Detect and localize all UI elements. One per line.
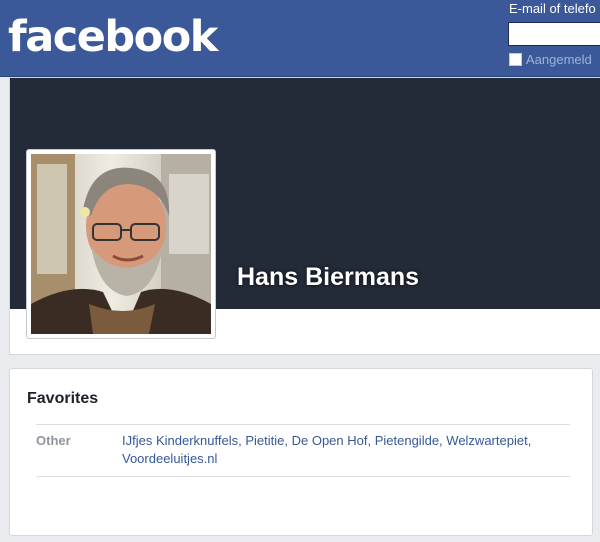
favorites-links: IJfjes Kinderknuffels, Pietitie, De Open…	[122, 432, 572, 468]
remember-checkbox[interactable]	[509, 53, 522, 66]
facebook-logo[interactable]: facebook	[8, 10, 218, 64]
separator: ,	[527, 433, 532, 448]
divider	[36, 476, 570, 477]
top-navigation-bar: facebook E-mail of telefo Aangemeld	[0, 0, 600, 77]
favorites-category-label: Other	[36, 433, 71, 448]
email-field[interactable]	[508, 22, 600, 46]
favorite-link[interactable]: Pietengilde	[375, 433, 439, 448]
profile-photo	[31, 154, 211, 334]
favorites-card: Favorites Other IJfjes Kinderknuffels, P…	[9, 368, 593, 536]
remember-me[interactable]: Aangemeld	[509, 52, 592, 67]
favorites-title: Favorites	[27, 390, 99, 407]
favorite-link[interactable]: Pietitie	[245, 433, 284, 448]
remember-label: Aangemeld	[526, 52, 592, 67]
separator: ,	[284, 433, 292, 448]
separator: ,	[367, 433, 375, 448]
profile-header-card: Hans Biermans	[9, 77, 600, 355]
profile-name[interactable]: Hans Biermans	[237, 263, 419, 292]
favorite-link[interactable]: Voordeeluitjes.nl	[122, 451, 217, 466]
favorite-link[interactable]: De Open Hof	[292, 433, 368, 448]
divider	[36, 424, 570, 425]
favorite-link[interactable]: Welzwartepiet	[446, 433, 527, 448]
profile-picture-frame[interactable]	[26, 149, 216, 339]
favorite-link[interactable]: IJfjes Kinderknuffels	[122, 433, 238, 448]
email-label: E-mail of telefo	[509, 1, 596, 16]
